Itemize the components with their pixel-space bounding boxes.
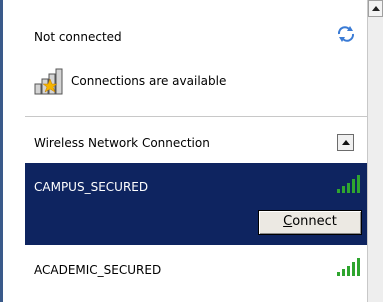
refresh-icon[interactable] xyxy=(336,25,356,43)
network-name: CAMPUS_SECURED xyxy=(34,180,149,194)
connect-button-label: onnect xyxy=(292,214,337,229)
network-available-icon xyxy=(34,68,63,95)
connection-status-title: Not connected xyxy=(34,30,122,44)
wireless-section-title: Wireless Network Connection xyxy=(34,136,210,150)
connect-button[interactable]: Connect xyxy=(258,210,362,235)
collapse-section-button[interactable] xyxy=(337,134,354,151)
scroll-up-icon xyxy=(372,6,380,11)
vertical-scrollbar[interactable] xyxy=(367,0,383,302)
signal-strength-icon xyxy=(337,258,360,276)
scroll-up-button[interactable] xyxy=(368,0,383,17)
signal-strength-icon xyxy=(337,175,360,193)
connect-button-accesskey: C xyxy=(283,214,293,229)
connections-available-text: Connections are available xyxy=(71,74,227,88)
collapse-up-icon xyxy=(342,140,350,145)
divider xyxy=(25,116,369,117)
network-flyout-panel: Not connected Connections are available … xyxy=(0,0,369,302)
network-name: ACADEMIC_SECURED xyxy=(34,263,162,277)
network-item-academic-secured[interactable]: ACADEMIC_SECURED xyxy=(25,245,369,302)
network-item-campus-secured[interactable]: CAMPUS_SECURED Connect xyxy=(25,163,369,245)
